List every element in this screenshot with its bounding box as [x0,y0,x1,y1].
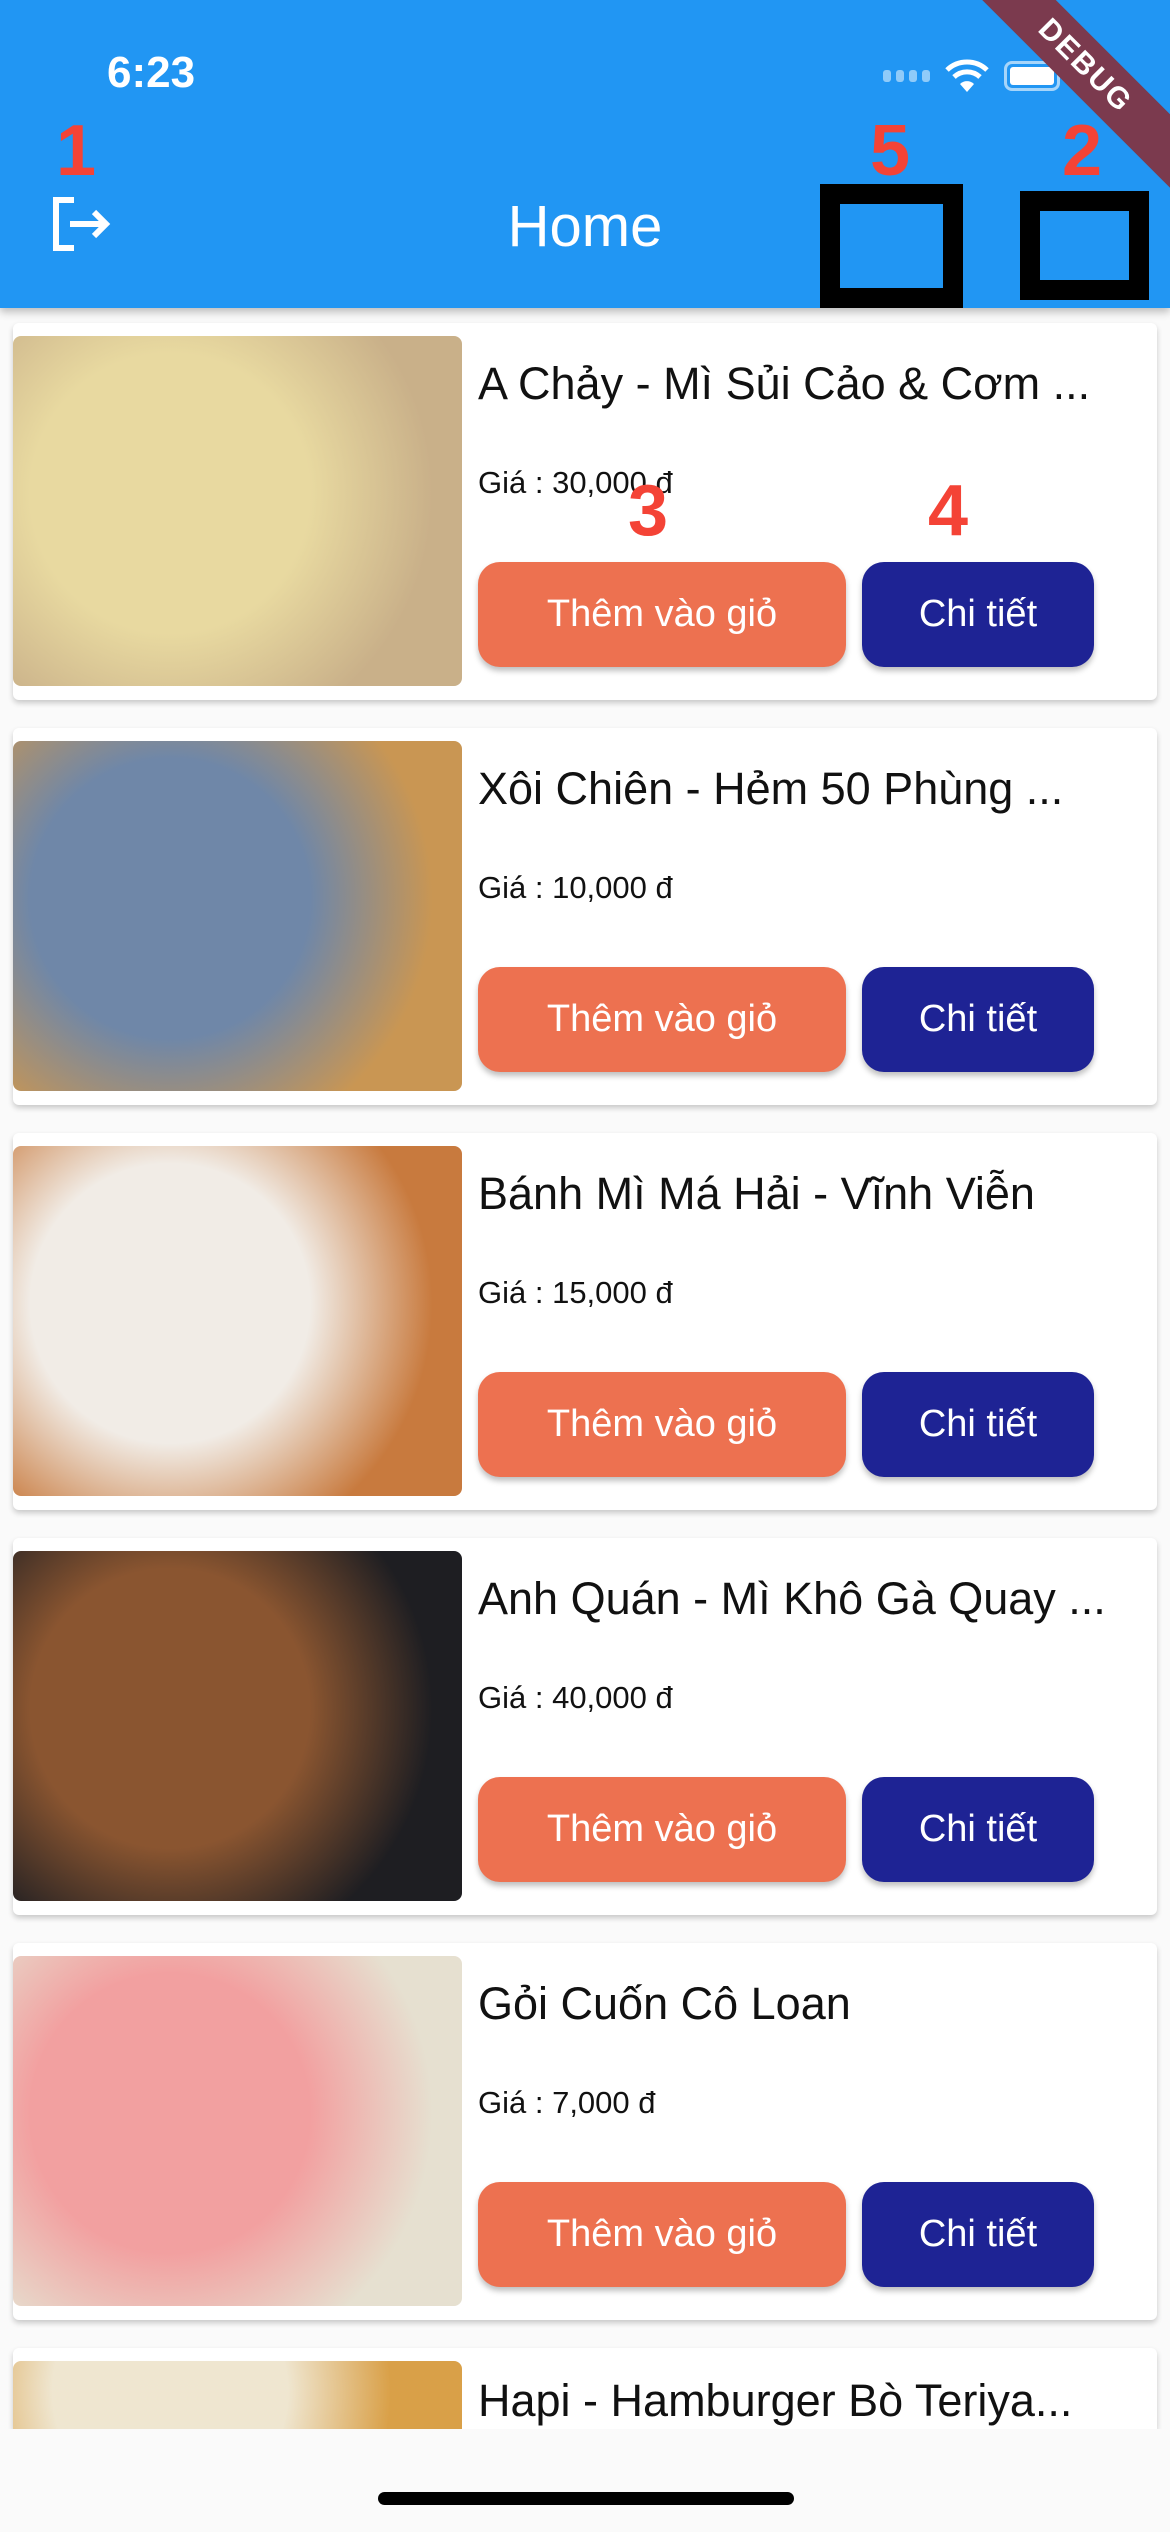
page-title: Home [507,194,663,259]
action-button-5[interactable] [820,184,963,308]
bottom-bar [0,2429,1170,2532]
status-time: 6:23 [107,48,196,97]
detail-button[interactable]: Chi tiết [862,1777,1094,1882]
add-to-cart-button[interactable]: Thêm vào giỏ [478,967,846,1072]
status-icons [883,58,1060,94]
home-indicator[interactable] [378,2492,794,2505]
wifi-icon [945,59,989,92]
signal-icon [883,70,930,82]
food-name: Xôi Chiên - Hẻm 50 Phùng ... [478,764,1064,814]
food-price: Giá : 7,000 đ [478,2085,656,2120]
food-image [13,2361,462,2429]
food-name: A Chảy - Mì Sủi Cảo & Cơm ... [478,359,1091,409]
annotation-3: 3 [628,471,669,551]
food-name: Bánh Mì Má Hải - Vĩnh Viễn [478,1169,1035,1219]
food-card: Bánh Mì Má Hải - Vĩnh Viễn Giá : 15,000 … [13,1133,1157,1510]
action-button-2[interactable] [1020,191,1149,300]
food-image [13,1146,462,1496]
detail-button[interactable]: Chi tiết [862,2182,1094,2287]
food-image [13,741,462,1091]
annotation-4: 4 [928,471,969,551]
food-list[interactable]: A Chảy - Mì Sủi Cảo & Cơm ... Giá : 30,0… [0,308,1170,2429]
annotation-5: 5 [870,111,911,191]
detail-button[interactable]: Chi tiết [862,967,1094,1072]
food-price: Giá : 15,000 đ [478,1275,673,1310]
food-card: Hapi - Hamburger Bò Teriya... [13,2348,1157,2429]
detail-button[interactable]: Chi tiết [862,1372,1094,1477]
app-bar: 6:23 Home [0,0,1170,308]
add-to-cart-button[interactable]: Thêm vào giỏ [478,562,846,667]
food-name: Anh Quán - Mì Khô Gà Quay ... [478,1574,1106,1624]
food-image [13,336,462,686]
food-price: Giá : 40,000 đ [478,1680,673,1715]
annotation-2: 2 [1062,111,1103,191]
food-name: Hapi - Hamburger Bò Teriya... [478,2376,1073,2426]
food-card: A Chảy - Mì Sủi Cảo & Cơm ... Giá : 30,0… [13,323,1157,700]
food-image [13,1956,462,2306]
food-card: Xôi Chiên - Hẻm 50 Phùng ... Giá : 10,00… [13,728,1157,1105]
add-to-cart-button[interactable]: Thêm vào giỏ [478,1372,846,1477]
food-image [13,1551,462,1901]
food-name: Gỏi Cuốn Cô Loan [478,1979,851,2029]
food-card: Gỏi Cuốn Cô Loan Giá : 7,000 đ Thêm vào … [13,1943,1157,2320]
food-card: Anh Quán - Mì Khô Gà Quay ... Giá : 40,0… [13,1538,1157,1915]
annotation-1: 1 [56,111,97,191]
add-to-cart-button[interactable]: Thêm vào giỏ [478,1777,846,1882]
food-price: Giá : 10,000 đ [478,870,673,905]
add-to-cart-button[interactable]: Thêm vào giỏ [478,2182,846,2287]
detail-button[interactable]: Chi tiết [862,562,1094,667]
